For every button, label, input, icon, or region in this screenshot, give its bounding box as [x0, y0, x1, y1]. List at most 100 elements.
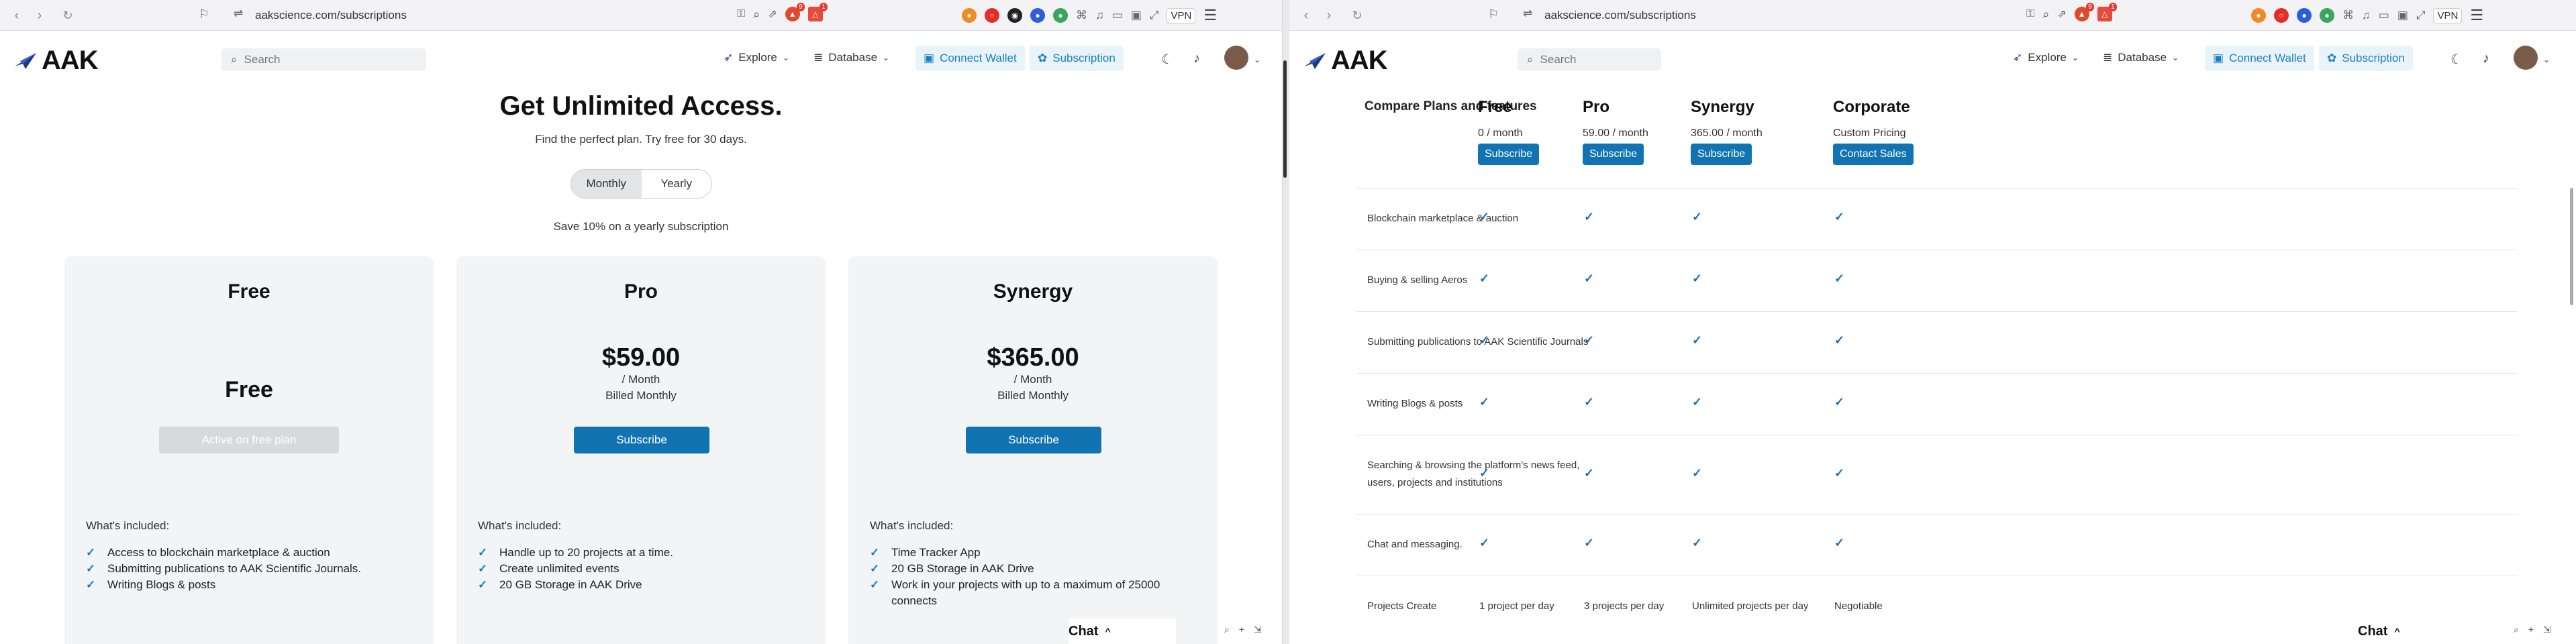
- music-icon[interactable]: ♫: [1095, 9, 1104, 22]
- avatar[interactable]: [2514, 46, 2538, 70]
- screenshot-icon[interactable]: ⤢: [2416, 9, 2426, 22]
- subscribe-button-free[interactable]: Subscribe: [1478, 144, 1540, 165]
- site-settings-icon[interactable]: ⇌: [234, 7, 243, 20]
- menu-icon[interactable]: ☰: [1203, 7, 1217, 24]
- scrollbar-thumb[interactable]: [2570, 188, 2573, 305]
- search-input[interactable]: ⌕ Search: [221, 48, 426, 71]
- bell-icon[interactable]: ♪: [2483, 51, 2489, 66]
- key-icon[interactable]: ⚿: [737, 8, 745, 20]
- screenshot-icon[interactable]: ⤢: [1150, 9, 1159, 22]
- search-icon[interactable]: ⌕: [2514, 624, 2519, 635]
- subscribe-button[interactable]: Subscribe: [574, 427, 709, 453]
- contact-sales-button[interactable]: Contact Sales: [1833, 144, 1914, 165]
- back-icon[interactable]: ‹: [1299, 8, 1314, 23]
- theme-toggle-icon[interactable]: ☾: [2450, 51, 2463, 68]
- vpn-button[interactable]: VPN: [1167, 7, 1196, 23]
- dark-extension-icon[interactable]: ◉: [1007, 8, 1022, 23]
- feature-list: ✓ Time Tracker App ✓ 20 GB Storage in AAK …: [870, 545, 1199, 609]
- expand-icon[interactable]: ⇲: [2543, 624, 2551, 635]
- fox-extension-icon[interactable]: ●: [962, 8, 977, 23]
- chat-widget[interactable]: Chat ^: [2358, 619, 2465, 644]
- search-icon: ⌕: [1527, 53, 1534, 66]
- key-icon[interactable]: ⚿: [2026, 8, 2034, 20]
- avatar[interactable]: [1224, 46, 1248, 70]
- forward-icon[interactable]: ›: [1322, 8, 1336, 23]
- wallet-icon[interactable]: ▣: [1131, 9, 1142, 22]
- brave-shield-icon[interactable]: ▲ 9: [785, 3, 805, 21]
- fox-extension-icon[interactable]: ●: [2251, 8, 2266, 23]
- chat-widget[interactable]: Chat ^: [1069, 619, 1176, 644]
- subscribe-button-pro[interactable]: Subscribe: [1583, 144, 1644, 165]
- connect-wallet-button[interactable]: ▣ Connect Wallet: [915, 46, 1025, 71]
- nav-explore[interactable]: ➶ Explore ⌄: [724, 51, 789, 64]
- search-icon[interactable]: ⌕: [1224, 624, 1230, 635]
- blue-extension-icon[interactable]: ●: [2297, 8, 2312, 23]
- puzzle-icon[interactable]: ⌘: [2342, 9, 2354, 22]
- forward-icon[interactable]: ›: [32, 8, 47, 23]
- subscription-icon: ✿: [2327, 52, 2337, 64]
- logo[interactable]: AAK: [13, 46, 99, 76]
- feature-text: Create unlimited events: [499, 562, 620, 575]
- menu-icon[interactable]: ☰: [2470, 7, 2483, 24]
- tabs-icon[interactable]: ▭: [2379, 9, 2389, 22]
- subscription-button[interactable]: ✿ Subscription: [2319, 46, 2413, 71]
- active-plan-button[interactable]: Active on free plan: [159, 427, 339, 453]
- subscription-icon: ✿: [1038, 52, 1048, 64]
- toggle-monthly[interactable]: Monthly: [571, 170, 642, 198]
- subscribe-button[interactable]: Subscribe: [966, 427, 1101, 453]
- blue-extension-icon[interactable]: ●: [1030, 8, 1045, 23]
- chevron-down-icon[interactable]: ⌄: [2543, 55, 2550, 64]
- feature-list: ✓ Handle up to 20 projects at a time. ✓ Cr…: [478, 545, 807, 593]
- nav-database[interactable]: ≣ Database ⌄: [2103, 51, 2179, 64]
- theme-toggle-icon[interactable]: ☾: [1161, 51, 1173, 68]
- zoom-icon[interactable]: ⌕: [2042, 7, 2049, 21]
- toggle-yearly[interactable]: Yearly: [642, 170, 712, 198]
- subscribe-button-synergy[interactable]: Subscribe: [1691, 144, 1752, 165]
- zoom-icon[interactable]: ⌕: [753, 7, 760, 21]
- page-subtitle: Find the perfect plan. Try free for 30 d…: [535, 133, 747, 146]
- puzzle-icon[interactable]: ⌘: [1076, 9, 1087, 22]
- browser-toolbar: ‹ › ↻ ⚐ ⇌ aakscience.com/subscriptions ⚿…: [0, 0, 1287, 31]
- nav-explore[interactable]: ➶ Explore ⌄: [2013, 51, 2079, 64]
- bell-icon[interactable]: ♪: [1193, 51, 1200, 66]
- search-input[interactable]: ⌕ Search: [1518, 48, 1661, 71]
- logo[interactable]: AAK: [1303, 46, 1388, 76]
- share-icon[interactable]: ⇗: [2057, 7, 2066, 21]
- included-label: What's included:: [86, 519, 170, 532]
- bookmark-icon[interactable]: ⚐: [1488, 7, 1499, 21]
- address-bar[interactable]: aakscience.com/subscriptions: [1544, 6, 1696, 25]
- share-icon[interactable]: ⇗: [768, 7, 777, 21]
- check-icon: ✓: [1584, 395, 1595, 409]
- expand-icon[interactable]: ⇲: [1254, 624, 1262, 635]
- extension-icons: ● ○ ● ● ⌘ ♫ ▭ ▣ ⤢ VPN ☰: [2251, 7, 2483, 24]
- reload-icon[interactable]: ↻: [60, 8, 75, 23]
- tabs-icon[interactable]: ▭: [1112, 9, 1123, 22]
- subscription-button[interactable]: ✿ Subscription: [1030, 46, 1124, 71]
- green-extension-icon[interactable]: ●: [2320, 8, 2334, 23]
- brave-shield-icon[interactable]: ▲ 9: [2074, 3, 2094, 21]
- scrollbar-thumb[interactable]: [1283, 60, 1287, 178]
- opera-extension-icon[interactable]: ○: [985, 8, 999, 23]
- plan-card-free: Free Free Active on free plan What's inc…: [64, 256, 434, 644]
- reload-icon[interactable]: ↻: [1350, 8, 1365, 23]
- brave-rewards-icon[interactable]: △ 1: [2097, 3, 2117, 21]
- chevron-down-icon[interactable]: ⌄: [1254, 55, 1260, 64]
- music-icon[interactable]: ♫: [2362, 9, 2371, 22]
- plus-icon[interactable]: +: [1239, 624, 1244, 635]
- list-item: ✓ 20 GB Storage in AAK Drive: [870, 561, 1199, 577]
- brave-rewards-icon[interactable]: △ 1: [807, 3, 828, 21]
- connect-wallet-button[interactable]: ▣ Connect Wallet: [2205, 46, 2314, 71]
- site-settings-icon[interactable]: ⇌: [1523, 7, 1532, 20]
- plus-icon[interactable]: +: [2528, 624, 2534, 635]
- nav-database[interactable]: ≣ Database ⌄: [813, 51, 889, 64]
- back-icon[interactable]: ‹: [9, 8, 24, 23]
- database-icon: ≣: [2103, 51, 2113, 64]
- search-icon: ⌕: [231, 53, 238, 66]
- address-bar[interactable]: aakscience.com/subscriptions: [255, 6, 407, 25]
- bookmark-icon[interactable]: ⚐: [199, 7, 209, 21]
- green-extension-icon[interactable]: ●: [1053, 8, 1068, 23]
- list-item: ✓ 20 GB Storage in AAK Drive: [478, 577, 807, 593]
- opera-extension-icon[interactable]: ○: [2274, 8, 2289, 23]
- wallet-icon[interactable]: ▣: [2397, 9, 2408, 22]
- vpn-button[interactable]: VPN: [2433, 7, 2463, 23]
